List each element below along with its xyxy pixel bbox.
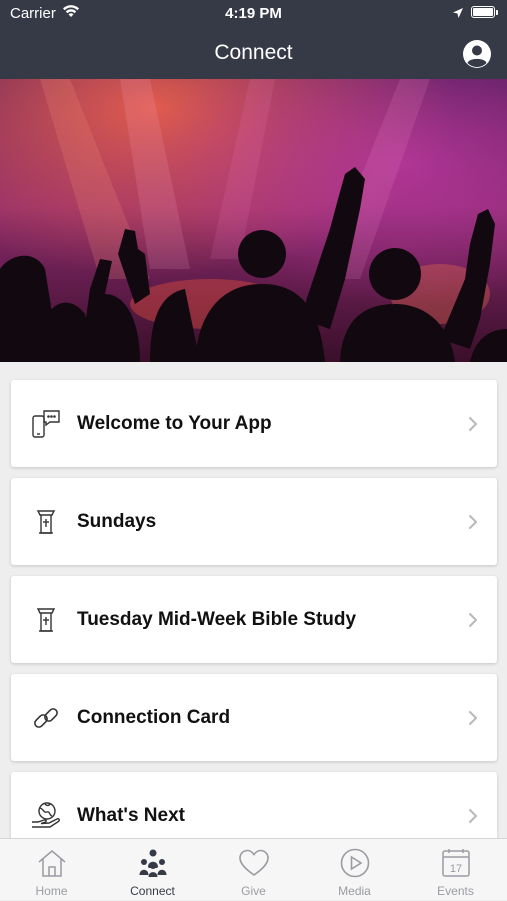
list-item[interactable]: Welcome to Your App <box>11 380 497 467</box>
phone-chat-icon <box>30 408 62 440</box>
list-item-label: Tuesday Mid-Week Bible Study <box>77 609 357 630</box>
chevron-right-icon <box>468 416 478 432</box>
globe-hand-icon <box>30 800 62 832</box>
connect-list: Welcome to Your App Sundays Tuesday Mid-… <box>0 362 507 838</box>
play-circle-icon <box>338 847 372 879</box>
battery-icon <box>471 6 495 18</box>
tab-label: Give <box>241 884 266 898</box>
tab-home[interactable]: Home <box>1 839 102 901</box>
status-time: 4:19 PM <box>225 5 282 22</box>
calendar-day: 17 <box>450 863 462 875</box>
list-item-label: Welcome to Your App <box>77 413 272 434</box>
list-item-label: Sundays <box>77 511 157 532</box>
list-item-label: What's Next <box>77 805 185 826</box>
tab-give[interactable]: Give <box>203 839 304 901</box>
list-item[interactable]: Connection Card <box>11 674 497 761</box>
list-item[interactable]: What's Next <box>11 772 497 838</box>
page-title: Connect <box>214 41 293 64</box>
nav-bar: Connect <box>0 28 507 79</box>
tab-label: Media <box>338 884 371 898</box>
hero-image <box>0 79 507 362</box>
heart-icon <box>237 847 271 879</box>
tab-events[interactable]: 17 Events <box>405 839 506 901</box>
pulpit-icon <box>30 604 62 636</box>
chevron-right-icon <box>468 808 478 824</box>
user-circle-icon[interactable] <box>462 39 492 69</box>
list-item-label: Connection Card <box>77 707 231 728</box>
list-item[interactable]: Tuesday Mid-Week Bible Study <box>11 576 497 663</box>
tab-media[interactable]: Media <box>304 839 405 901</box>
status-bar: Carrier 4:19 PM <box>0 0 507 28</box>
tab-label: Connect <box>130 884 175 898</box>
calendar-icon: 17 <box>439 847 473 879</box>
pulpit-icon <box>30 506 62 538</box>
people-icon <box>136 847 170 879</box>
chevron-right-icon <box>468 514 478 530</box>
link-icon <box>30 702 62 734</box>
location-arrow-icon <box>452 6 464 23</box>
chevron-right-icon <box>468 710 478 726</box>
home-icon <box>35 847 69 879</box>
tab-label: Events <box>437 884 474 898</box>
tab-label: Home <box>35 884 68 898</box>
chevron-right-icon <box>468 612 478 628</box>
tab-connect[interactable]: Connect <box>102 839 203 901</box>
tab-bar: Home Connect Give Media 17 Events <box>0 838 507 900</box>
list-item[interactable]: Sundays <box>11 478 497 565</box>
battery-tip <box>496 10 498 15</box>
